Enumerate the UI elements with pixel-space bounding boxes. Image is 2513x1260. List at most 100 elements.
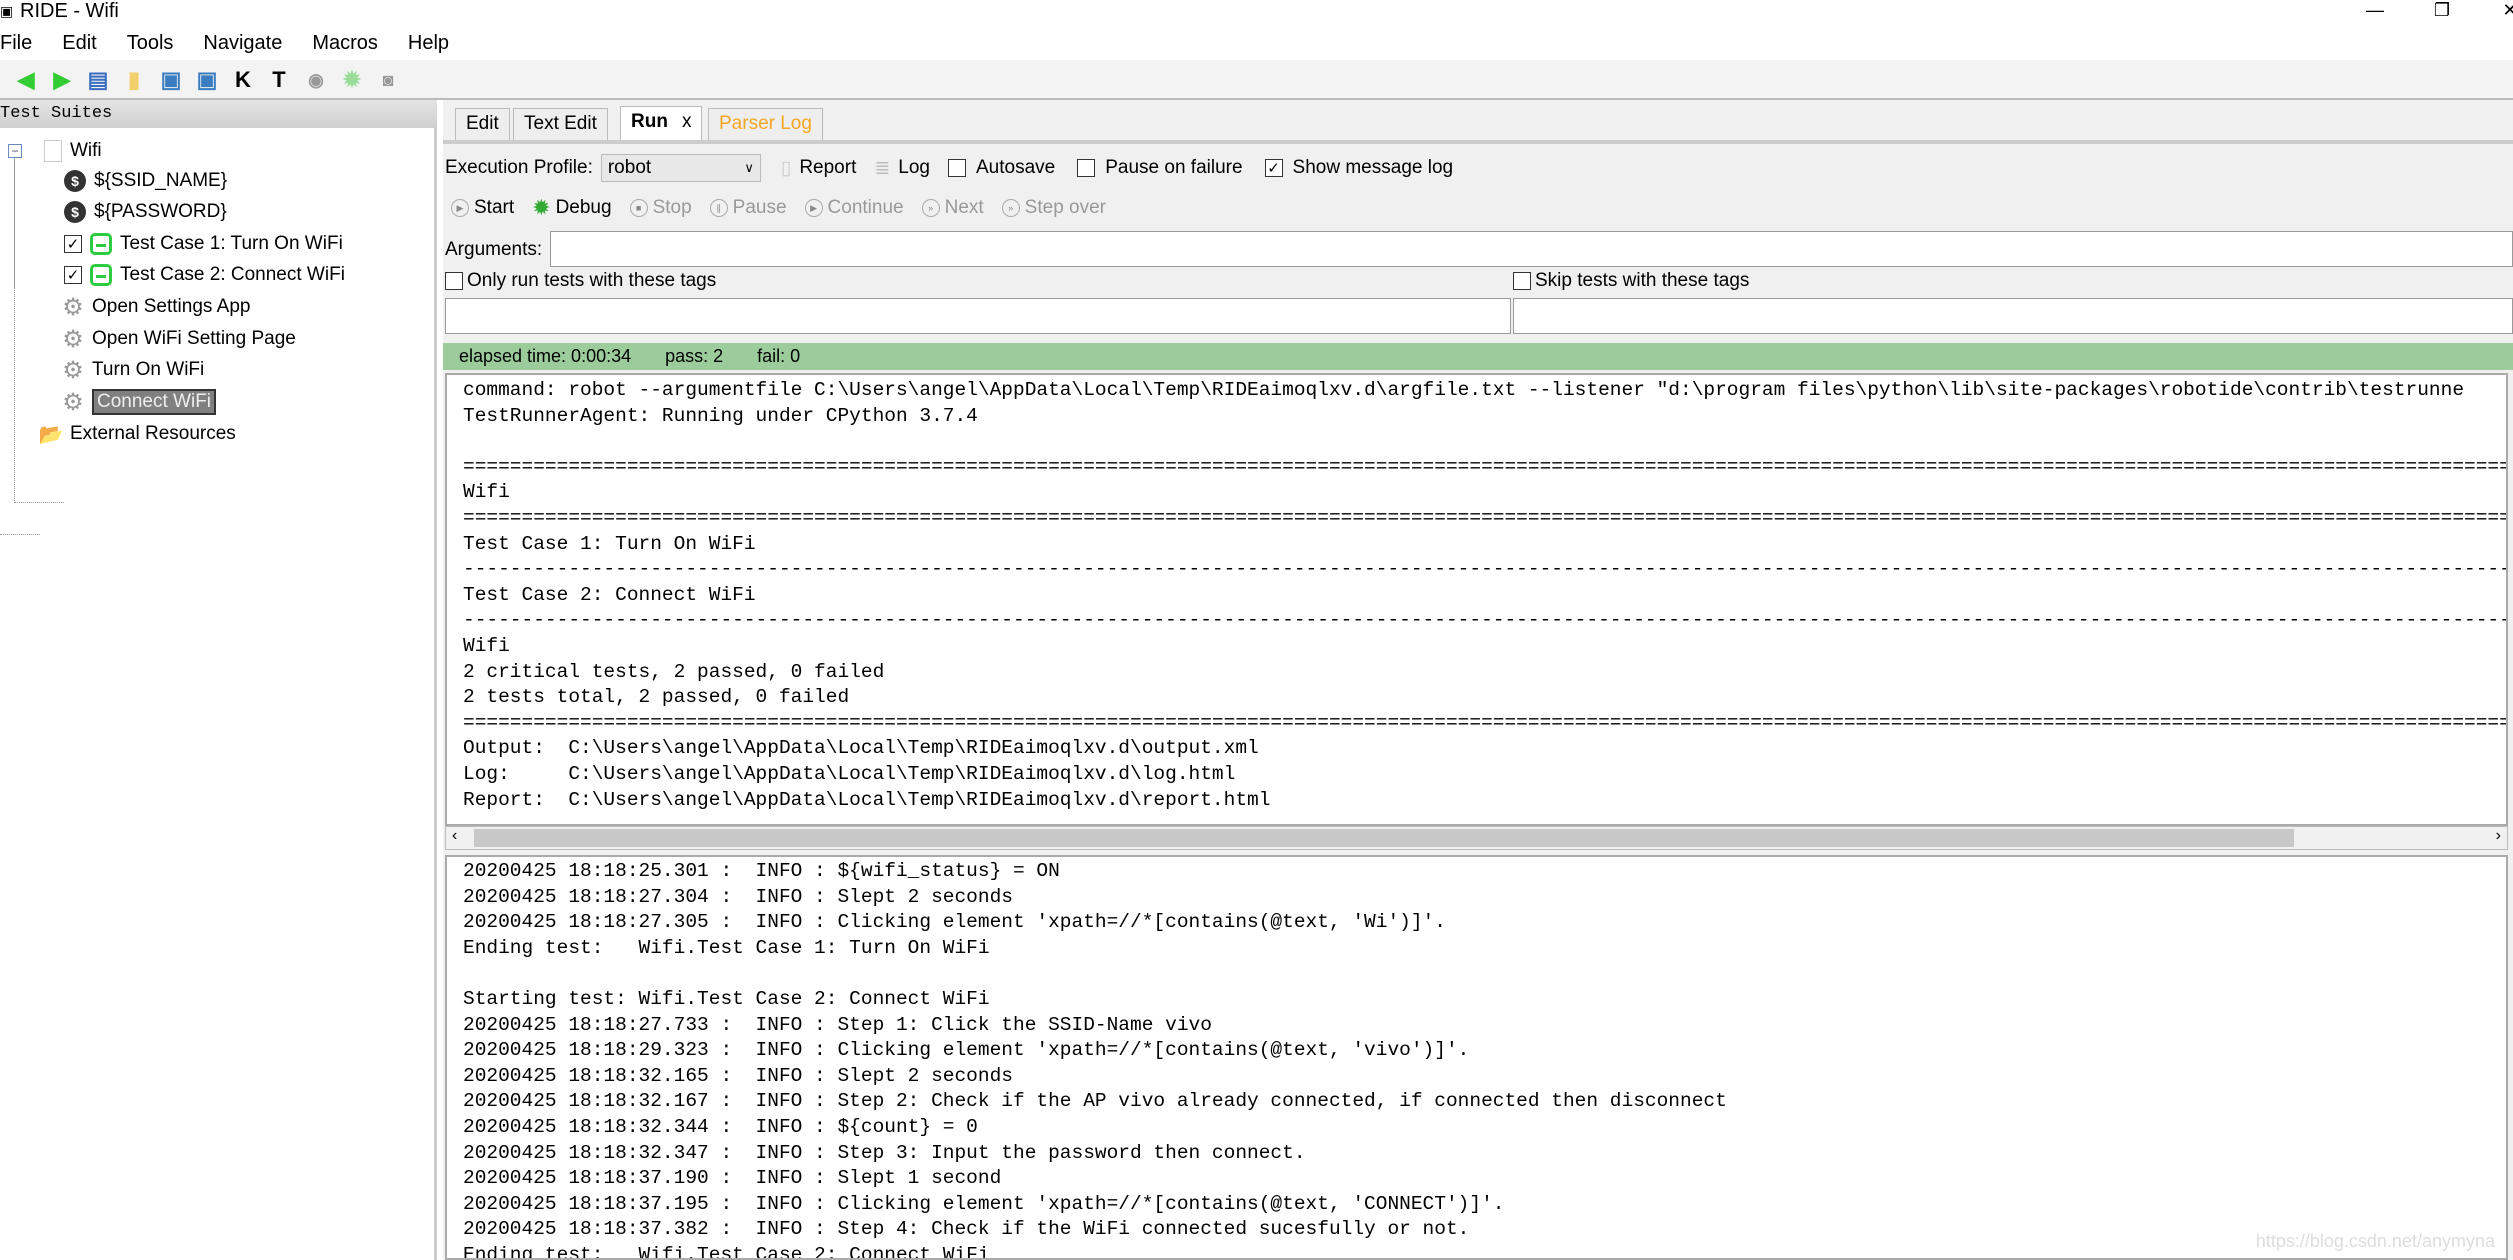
next-button[interactable]: » Next (921, 197, 984, 219)
tree-item-keyword-selected[interactable]: Connect WiFi (92, 389, 217, 415)
tree-item-suite[interactable]: Wifi (70, 140, 102, 162)
save-icon[interactable]: ▣ (157, 66, 185, 94)
collapse-icon[interactable]: − (8, 144, 22, 158)
report-button[interactable]: Report (799, 157, 856, 179)
tree-item-external-resources[interactable]: External Resources (70, 423, 236, 445)
execution-profile-value: robot (607, 157, 652, 178)
menu-navigate[interactable]: Navigate (203, 32, 292, 55)
menu-macros[interactable]: Macros (312, 32, 388, 55)
output-line: 2 tests total, 2 passed, 0 failed (463, 686, 850, 709)
debug-button[interactable]: ✹ Debug (532, 195, 611, 221)
output-line: Output: C:\Users\angel\AppData\Local\Tem… (463, 737, 1259, 760)
log-line: 20200425 18:18:29.323 : INFO : Clicking … (463, 1039, 1470, 1062)
menu-edit[interactable]: Edit (62, 32, 106, 55)
next-icon: » (921, 199, 940, 217)
toolbar: ◀ ▶ ▤ ▮ ▣ ▣ K T ◉ ✹ ◙ (0, 60, 2513, 100)
arrow-left-icon[interactable]: ◀ (12, 66, 40, 94)
debug-icon[interactable]: ✹ (338, 66, 366, 94)
pause-on-failure-label: Pause on failure (1105, 157, 1243, 178)
tab-close-icon[interactable]: x (682, 111, 692, 132)
step-over-label: Step over (1024, 197, 1106, 218)
run-status-bar: elapsed time: 0:00:34 pass: 2 fail: 0 (443, 343, 2513, 370)
tree-item-variable[interactable]: ${SSID_NAME} (94, 170, 227, 192)
tab-edit[interactable]: Edit (455, 108, 510, 140)
open-icon[interactable]: ▤ (84, 66, 112, 94)
continue-button[interactable]: ▶ Continue (804, 197, 904, 219)
close-button[interactable]: ✕ (2490, 0, 2513, 22)
stop-label: Stop (652, 197, 692, 218)
minimize-button[interactable]: — (2355, 0, 2395, 22)
show-message-log-checkbox[interactable]: ✓ (1264, 159, 1283, 177)
execution-profile-select[interactable]: robot ∨ (600, 154, 761, 182)
variable-icon: $ (64, 170, 86, 192)
folder-icon[interactable]: ▮ (120, 66, 148, 94)
scroll-right-icon[interactable]: › (2496, 827, 2501, 845)
pause-on-failure-checkbox[interactable] (1077, 159, 1096, 177)
show-message-log-label: Show message log (1292, 157, 1454, 178)
app-icon: ▣ (0, 3, 14, 19)
run-icon[interactable]: ◉ (302, 66, 330, 94)
stop-icon: ■ (629, 199, 648, 217)
continue-label: Continue (827, 197, 904, 218)
scrollbar-thumb[interactable] (474, 829, 2294, 847)
log-line: 20200425 18:18:27.304 : INFO : Slept 2 s… (463, 885, 1013, 908)
menu-file[interactable]: File (0, 32, 42, 55)
test-checkbox[interactable]: ✓ (64, 266, 82, 284)
tree-item-keyword[interactable]: Open WiFi Setting Page (92, 328, 296, 350)
pause-button[interactable]: ∥ Pause (709, 197, 787, 219)
output-line: ----------------------------------------… (463, 609, 2508, 632)
tree-header: Test Suites (0, 100, 437, 128)
test-checkbox[interactable]: ✓ (64, 235, 82, 253)
output-line: Wifi (463, 481, 510, 504)
keyword-gear-icon: ⚙ (62, 293, 84, 321)
menu-bar: File Edit Tools Navigate Macros Help (0, 26, 2513, 60)
log-line: 20200425 18:18:37.190 : INFO : Slept 1 s… (463, 1167, 1002, 1190)
tree-item-keyword[interactable]: Turn On WiFi (92, 359, 204, 381)
search-tests-icon[interactable]: T (265, 66, 293, 94)
tree-item-variable[interactable]: ${PASSWORD} (94, 201, 227, 223)
tree-item-test-case[interactable]: Test Case 1: Turn On WiFi (120, 233, 343, 255)
search-keywords-icon[interactable]: K (229, 66, 257, 94)
arguments-input[interactable] (550, 231, 2513, 267)
skip-tags-checkbox[interactable] (1513, 272, 1531, 290)
output-line: Wifi (463, 634, 510, 657)
output-line: 2 critical tests, 2 passed, 0 failed (463, 660, 885, 683)
step-over-button[interactable]: » Step over (1001, 197, 1106, 219)
arrow-right-icon[interactable]: ▶ (48, 66, 76, 94)
stop-icon[interactable]: ◙ (374, 66, 402, 94)
menu-help[interactable]: Help (408, 32, 459, 55)
console-output: command: robot --argumentfile C:\Users\a… (445, 373, 2508, 826)
output-line: TestRunnerAgent: Running under CPython 3… (463, 404, 978, 427)
log-button[interactable]: Log (898, 157, 930, 179)
include-tags-input[interactable] (445, 298, 1511, 334)
autosave-checkbox[interactable] (947, 159, 966, 177)
execution-profile-label: Execution Profile: (445, 157, 593, 178)
pause-label: Pause (732, 197, 787, 218)
start-button[interactable]: ▶ Start (451, 197, 514, 219)
log-line: Ending test: Wifi.Test Case 2: Connect W… (463, 1243, 990, 1260)
external-resources-icon: 📂 (38, 423, 64, 446)
scroll-left-icon[interactable]: ‹ (452, 827, 457, 845)
restore-button[interactable]: ❐ (2422, 0, 2462, 22)
tab-run[interactable]: Run x (620, 106, 703, 140)
log-line: 20200425 18:18:32.347 : INFO : Step 3: I… (463, 1141, 1306, 1164)
report-icon: ▯ (780, 157, 792, 179)
play-icon: ▶ (451, 199, 469, 217)
log-line: Ending test: Wifi.Test Case 1: Turn On W… (463, 936, 990, 959)
stop-button[interactable]: ■ Stop (629, 197, 692, 219)
output-line: Report: C:\Users\angel\AppData\Local\Tem… (463, 788, 1271, 811)
exclude-tags-input[interactable] (1513, 298, 2513, 334)
output-line: ========================================… (463, 455, 2508, 478)
log-line: 20200425 18:18:32.344 : INFO : ${count} … (463, 1115, 978, 1138)
tab-text-edit[interactable]: Text Edit (513, 108, 608, 140)
save-all-icon[interactable]: ▣ (193, 66, 221, 94)
variable-icon: $ (64, 201, 86, 223)
log-line: 20200425 18:18:37.195 : INFO : Clicking … (463, 1192, 1505, 1215)
tab-parser-log[interactable]: Parser Log (708, 108, 823, 140)
log-line: 20200425 18:18:27.733 : INFO : Step 1: C… (463, 1013, 1212, 1036)
only-run-tags-checkbox[interactable] (445, 272, 463, 290)
menu-tools[interactable]: Tools (127, 32, 184, 55)
tree-item-test-case[interactable]: Test Case 2: Connect WiFi (120, 264, 345, 286)
tree-item-keyword[interactable]: Open Settings App (92, 296, 250, 318)
